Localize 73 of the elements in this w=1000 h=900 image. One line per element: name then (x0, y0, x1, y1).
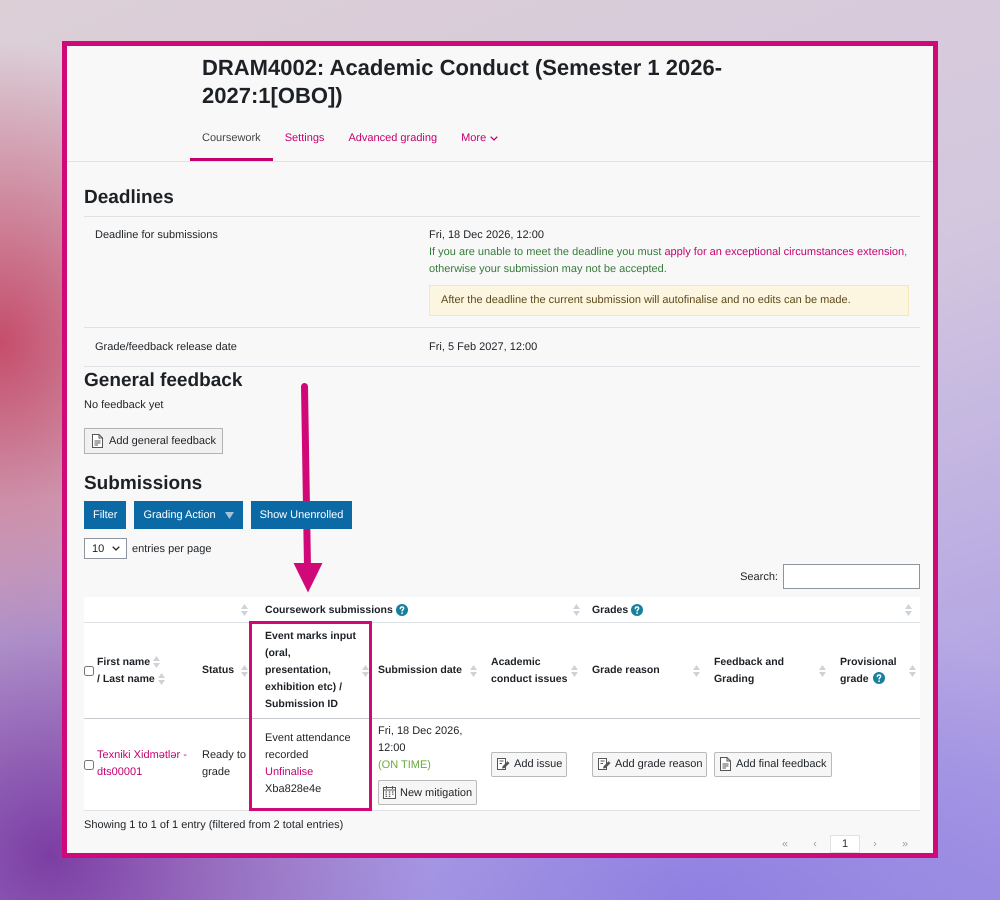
document-icon (91, 434, 104, 448)
select-all-checkbox[interactable] (84, 666, 94, 676)
tab[interactable]: Advanced grading (336, 116, 450, 161)
column-group-header: Coursework submissions (265, 604, 393, 616)
toolbar-button[interactable]: Grading Action (134, 501, 243, 529)
sort-icon[interactable] (362, 664, 369, 676)
page-link[interactable]: 1 (830, 835, 860, 853)
cell-link[interactable]: Texniki Xidmətlər - dts00001 (97, 747, 192, 781)
deadline-date: Fri, 5 Feb 2027, 12:00 (429, 340, 538, 355)
section-heading: Deadlines (84, 186, 175, 210)
toolbar-button[interactable]: Show Unenrolled (250, 501, 352, 529)
deadline-label: Grade/feedback release date (95, 341, 237, 353)
calendar-icon (383, 786, 396, 799)
cell-text: Xba828e4e (265, 782, 322, 797)
edit-icon (496, 757, 510, 771)
sort-icon[interactable] (573, 604, 580, 616)
chevron-down-icon (490, 136, 498, 140)
alert-message: After the deadline the current submission will autofinalise and no edits can be made. (429, 285, 909, 316)
column-header[interactable]: / Last name (97, 670, 155, 688)
sort-icon[interactable] (693, 664, 700, 676)
search-field[interactable] (783, 564, 920, 589)
feedback-status-text: No feedback yet (84, 398, 164, 413)
sort-icon[interactable] (819, 664, 826, 676)
caret-icon (224, 512, 234, 518)
tab[interactable]: Settings (272, 116, 336, 161)
deadline-label: Deadline for submissions (95, 229, 218, 241)
add-issue-button[interactable]: Add issue (491, 752, 568, 776)
sort-icon[interactable] (241, 664, 248, 676)
column-header[interactable]: Grade reason (592, 662, 660, 679)
column-header[interactable]: Academic conduct issues (491, 654, 568, 688)
cell-link[interactable]: Unfinalise (265, 764, 314, 781)
sort-icon[interactable] (909, 664, 916, 676)
help-icon[interactable] (631, 604, 644, 616)
tab[interactable]: Coursework (190, 116, 273, 161)
row-checkbox[interactable] (84, 760, 94, 770)
column-header[interactable]: Provisional grade (840, 654, 906, 688)
cell-text: Event attendance recorded (265, 731, 352, 763)
edit-icon (597, 757, 611, 771)
column-header[interactable]: First name (97, 654, 150, 670)
final-feedback-button[interactable]: Add final feedback (714, 752, 832, 776)
deadline-note: If you are unable to meet the deadline you must apply for an exceptional circumstances extension, otherwise your submission may not be accepted. (429, 245, 908, 277)
sort-icon[interactable] (905, 604, 912, 616)
sort-icon[interactable] (241, 604, 248, 616)
status-label: (ON TIME) (378, 758, 431, 773)
sort-icon[interactable] (153, 656, 160, 668)
section-heading: Submissions (84, 472, 204, 496)
section-heading: General feedback (84, 369, 244, 393)
column-header[interactable]: Feedback and Grading (714, 654, 816, 688)
column-header[interactable]: Event marks input (oral, presentation, exhibition etc) / Submission ID (265, 628, 359, 713)
search-label: Search: (740, 570, 778, 582)
grade-reason-button[interactable]: Add grade reason (592, 752, 708, 776)
entries-select[interactable]: 10 (84, 538, 127, 559)
column-group-header: Grades (592, 604, 628, 616)
deadline-date: Fri, 18 Dec 2026, 12:00 (429, 228, 544, 243)
entries-label: entries per page (132, 542, 212, 554)
help-icon[interactable] (872, 672, 885, 684)
cell-text: Fri, 18 Dec 2026, 12:00 (378, 724, 464, 756)
sort-icon[interactable] (470, 664, 477, 676)
mitigation-button[interactable]: New mitigation (378, 780, 478, 805)
table-info-text: Showing 1 to 1 of 1 entry (filtered from 2 total entries) (84, 818, 344, 833)
column-header[interactable]: Submission date (378, 662, 462, 679)
add-feedback-button[interactable]: Add general feedback (84, 428, 224, 454)
extension-link[interactable]: apply for an exceptional circumstances extension (664, 246, 904, 258)
toolbar-button[interactable]: Filter (84, 501, 126, 529)
page-title: DRAM4002: Academic Conduct (Semester 1 2026-2027:1[OBO]) (202, 54, 724, 110)
chevron-down-icon (112, 546, 120, 551)
column-header[interactable]: Status (202, 662, 234, 679)
tab[interactable]: More (449, 116, 510, 161)
sort-icon[interactable] (571, 664, 578, 676)
document-icon (719, 757, 732, 771)
sort-icon[interactable] (158, 673, 165, 685)
help-icon[interactable] (396, 604, 408, 616)
cell-text: Ready to grade (202, 748, 248, 780)
